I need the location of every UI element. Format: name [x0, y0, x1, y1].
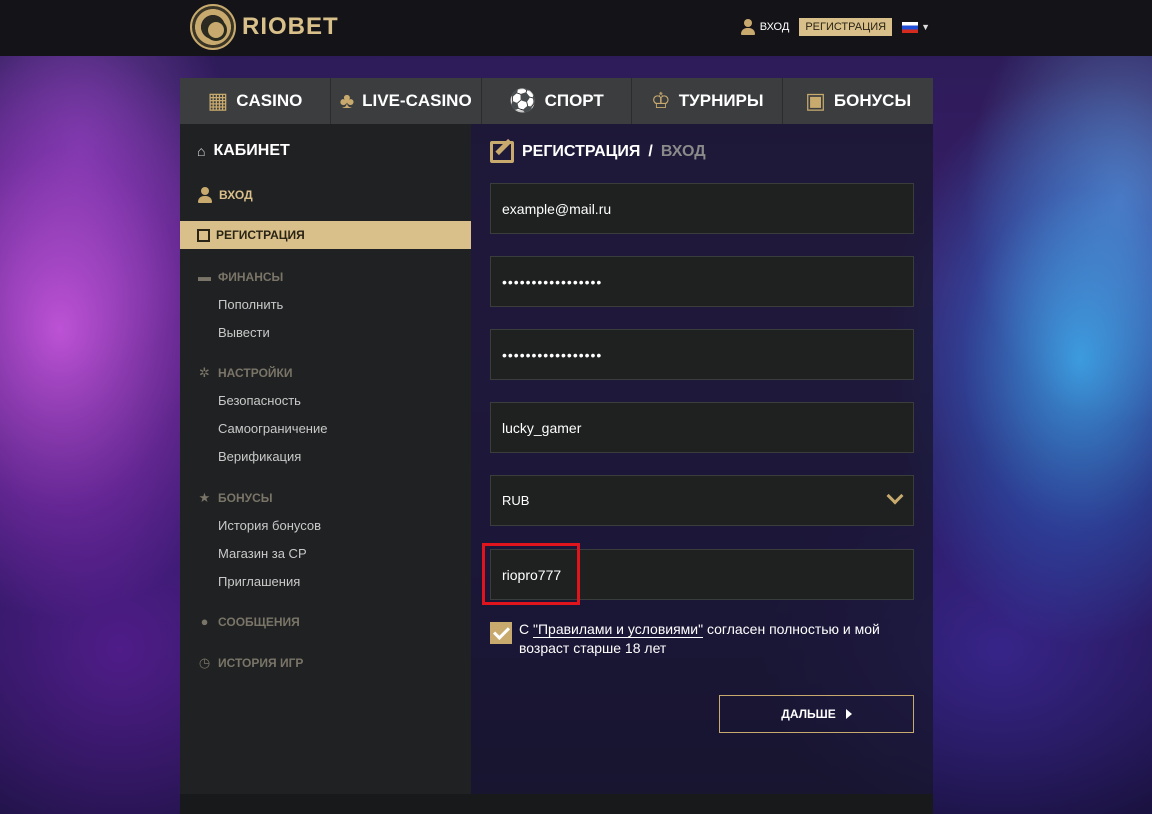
settings-title: НАСТРОЙКИ	[218, 366, 293, 380]
brand-name: RIOBET	[242, 13, 339, 40]
user-icon	[197, 187, 213, 203]
sidebar-item-verification[interactable]: Верификация	[218, 449, 301, 464]
nav-bonuses[interactable]: ▣ БОНУСЫ	[783, 78, 933, 124]
edit-icon	[197, 228, 210, 242]
nav-casino-label: CASINO	[236, 91, 303, 110]
footer-strip	[180, 794, 933, 814]
header-actions: ВХОД РЕГИСТРАЦИЯ ▼	[740, 18, 930, 36]
sidebar-login-label: ВХОД	[219, 188, 253, 202]
nav-sport[interactable]: ⚽ СПОРТ	[482, 78, 633, 124]
registration-panel: РЕГИСТРАЦИЯ / ВХОД example@mail.ru •••••…	[471, 124, 933, 794]
nav-bonuses-label: БОНУСЫ	[833, 91, 912, 110]
dealer-icon: ♣	[339, 88, 355, 113]
edit-icon	[490, 141, 514, 163]
nav-live-casino-label: LIVE-CASINO	[362, 91, 472, 110]
soccer-ball-icon: ⚽	[509, 88, 537, 113]
sidebar-item-shop[interactable]: Магазин за СР	[218, 546, 307, 561]
bonuses-title: БОНУСЫ	[218, 491, 273, 505]
header-login-label: ВХОД	[759, 21, 790, 33]
language-selector[interactable]: ▼	[902, 21, 930, 33]
game-history-label: ИСТОРИЯ ИГР	[218, 656, 304, 670]
username-field[interactable]: lucky_gamer	[490, 402, 914, 453]
currency-select[interactable]: RUB	[490, 475, 914, 526]
terms-agreement: С "Правилами и условиями" согласен полно…	[490, 620, 920, 658]
slot-machine-icon: ▦	[207, 88, 229, 113]
nav-casino[interactable]: ▦ CASINO	[180, 78, 331, 124]
password-confirm-field[interactable]: •••••••••••••••••	[490, 329, 914, 380]
sidebar-item-security[interactable]: Безопасность	[218, 393, 301, 408]
chevron-down-icon	[886, 487, 904, 505]
terms-link[interactable]: "Правилами и условиями"	[533, 621, 704, 638]
title-separator: /	[648, 143, 653, 160]
nav-tournaments-label: ТУРНИРЫ	[678, 91, 764, 110]
password-value: •••••••••••••••••	[502, 273, 603, 290]
user-icon	[740, 19, 756, 35]
currency-value: RUB	[502, 493, 530, 508]
sidebar-item-messages[interactable]: ● СООБЩЕНИЯ	[197, 614, 300, 629]
chat-bubble-icon: ●	[200, 614, 209, 629]
title-register: РЕГИСТРАЦИЯ	[522, 143, 641, 160]
gift-icon: ▣	[805, 88, 826, 113]
next-button[interactable]: ДАЛЬШЕ	[719, 695, 914, 733]
brand-logo[interactable]: RIOBET	[190, 4, 339, 50]
trophy-icon: ♔	[651, 88, 671, 113]
sidebar-title-label: КАБИНЕТ	[213, 142, 290, 159]
gear-icon: ✲	[199, 365, 210, 380]
arrow-right-icon	[845, 709, 852, 719]
header-register-button[interactable]: РЕГИСТРАЦИЯ	[799, 18, 893, 36]
sidebar-title: ⌂ КАБИНЕТ	[197, 142, 290, 160]
nav-sport-label: СПОРТ	[544, 91, 604, 110]
sidebar-item-game-history[interactable]: ◷ ИСТОРИЯ ИГР	[197, 655, 304, 671]
terms-checkbox[interactable]	[490, 622, 512, 644]
top-bar: RIOBET ВХОД РЕГИСТРАЦИЯ ▼	[0, 0, 1152, 56]
terms-prefix: С	[519, 621, 533, 637]
terms-text: С "Правилами и условиями" согласен полно…	[519, 620, 920, 658]
star-icon: ★	[198, 490, 211, 505]
sidebar-section-bonuses: ★ БОНУСЫ	[197, 490, 273, 506]
email-value: example@mail.ru	[502, 200, 612, 217]
russian-flag-icon	[902, 21, 919, 33]
username-value: lucky_gamer	[502, 419, 582, 436]
sidebar-item-bonus-history[interactable]: История бонусов	[218, 518, 321, 533]
home-icon: ⌂	[197, 143, 206, 159]
sidebar-item-invitations[interactable]: Приглашения	[218, 574, 300, 589]
promo-code-highlight	[482, 543, 580, 605]
form-title: РЕГИСТРАЦИЯ / ВХОД	[490, 141, 706, 163]
sidebar-section-finance: ▬ ФИНАНСЫ	[197, 269, 283, 284]
chevron-down-icon: ▼	[921, 22, 930, 32]
wallet-icon: ▬	[198, 269, 211, 284]
sidebar-register-label: РЕГИСТРАЦИЯ	[216, 228, 305, 242]
nav-tournaments[interactable]: ♔ ТУРНИРЫ	[632, 78, 784, 124]
history-clock-icon: ◷	[198, 655, 211, 670]
messages-label: СООБЩЕНИЯ	[218, 614, 300, 629]
sidebar-item-self-limit[interactable]: Самоограничение	[218, 421, 327, 436]
password-confirm-value: •••••••••••••••••	[502, 346, 603, 363]
sidebar-item-deposit[interactable]: Пополнить	[218, 297, 283, 312]
logo-icon	[190, 4, 236, 50]
header-login-link[interactable]: ВХОД	[740, 19, 790, 35]
sidebar-section-settings: ✲ НАСТРОЙКИ	[197, 365, 292, 381]
email-field[interactable]: example@mail.ru	[490, 183, 914, 234]
account-sidebar: ⌂ КАБИНЕТ ВХОД РЕГИСТРАЦИЯ ▬ ФИНАНСЫ Поп…	[180, 124, 471, 794]
password-field[interactable]: •••••••••••••••••	[490, 256, 914, 307]
sidebar-item-register[interactable]: РЕГИСТРАЦИЯ	[180, 221, 471, 249]
sidebar-item-login[interactable]: ВХОД	[197, 187, 253, 203]
title-login-link[interactable]: ВХОД	[661, 143, 706, 161]
next-button-label: ДАЛЬШЕ	[781, 707, 836, 721]
sidebar-item-withdraw[interactable]: Вывести	[218, 325, 270, 340]
nav-live-casino[interactable]: ♣ LIVE-CASINO	[331, 78, 482, 124]
main-nav: ▦ CASINO ♣ LIVE-CASINO ⚽ СПОРТ ♔ ТУРНИРЫ…	[180, 78, 933, 124]
finance-title: ФИНАНСЫ	[218, 269, 284, 284]
